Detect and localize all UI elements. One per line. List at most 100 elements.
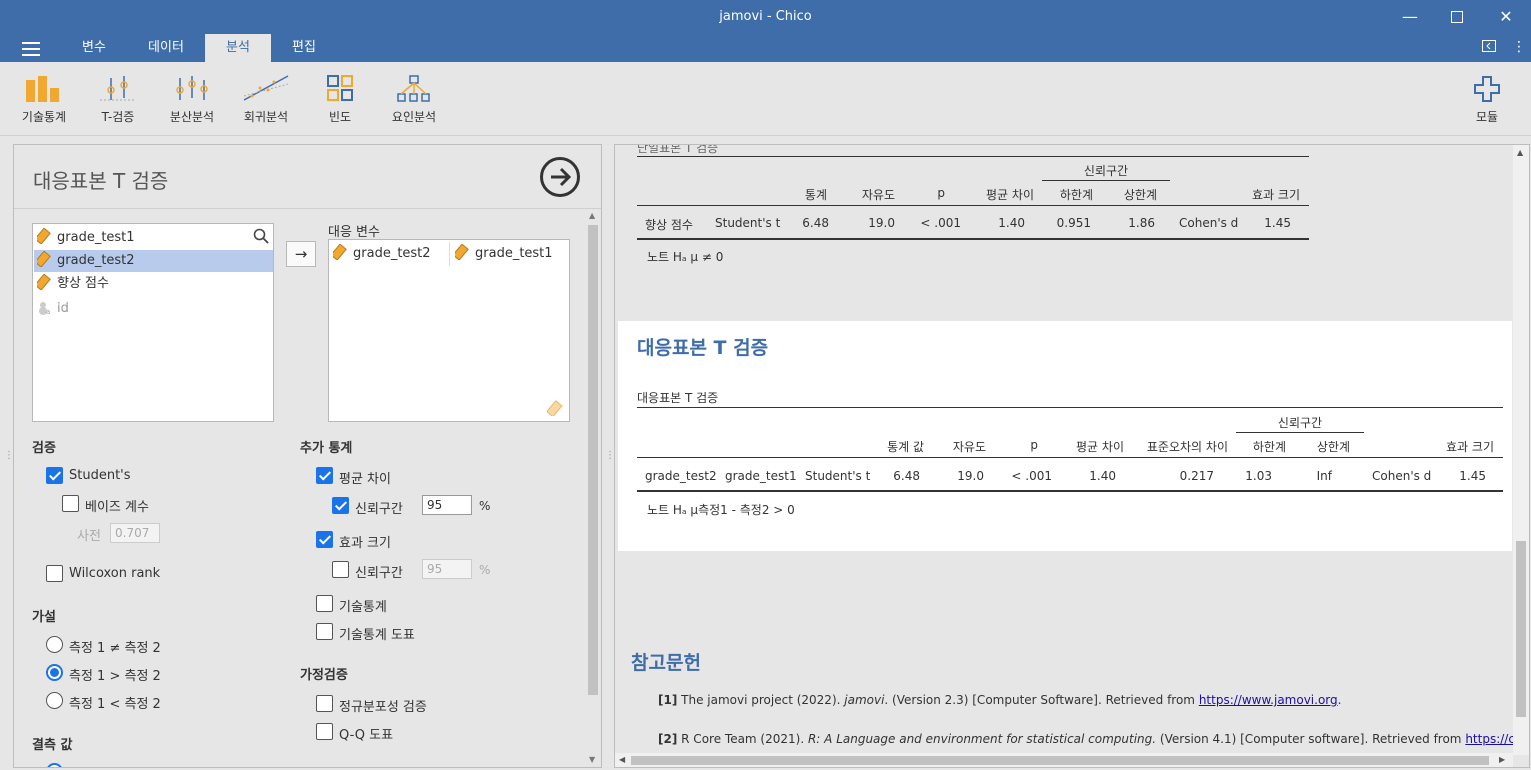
move-variable-button[interactable]: →	[286, 241, 316, 267]
center-splitter-icon[interactable]: ⋮	[605, 450, 615, 461]
table2-header: 표준오차의 차이	[1146, 440, 1228, 454]
factor-icon	[397, 75, 430, 102]
anova-button[interactable]: 분산분석	[157, 74, 227, 125]
t-tests-button[interactable]: T-검증	[83, 74, 153, 125]
scroll-left-icon[interactable]: ◀	[619, 755, 625, 764]
tab-variables[interactable]: 변수	[68, 34, 120, 62]
normality-label: 정규분포성 검증	[339, 700, 427, 715]
options-scrollbar-thumb[interactable]	[588, 225, 598, 695]
scroll-down-icon[interactable]: ▼	[589, 755, 595, 764]
reference-1-link[interactable]: https://www.jamovi.org	[1199, 693, 1338, 707]
table2-header: 자유도	[952, 440, 986, 454]
left-splitter-icon[interactable]: ⋮	[4, 450, 14, 461]
wilcoxon-checkbox[interactable]	[46, 565, 63, 582]
modules-label: 모듈	[1475, 110, 1499, 124]
descriptives-plot-checkbox[interactable]	[316, 623, 333, 640]
table1-header: 하한계	[1059, 188, 1093, 202]
descriptives-checkbox[interactable]	[316, 595, 333, 612]
menu-more-icon[interactable]: ⋮	[1512, 39, 1526, 55]
table1-cell: 1.40	[998, 216, 1025, 230]
table1-header: 자유도	[861, 188, 895, 202]
qq-plot-checkbox[interactable]	[316, 723, 333, 740]
descriptives-button[interactable]: 기술통계	[9, 74, 79, 125]
tab-analyses[interactable]: 분석	[205, 34, 271, 62]
scroll-up-icon[interactable]: ▲	[1517, 148, 1523, 157]
results-horizontal-scrollbar-thumb[interactable]	[631, 756, 1489, 765]
list-item[interactable]: 향상 점수	[37, 273, 109, 295]
variable-name: grade_test2	[57, 253, 135, 268]
reference-2-text: R Core Team (2021).	[681, 732, 808, 746]
prior-input[interactable]: 0.707	[110, 523, 160, 543]
table2-header: 상한계	[1316, 440, 1350, 454]
frequencies-button[interactable]: 빈도	[305, 74, 375, 125]
list-item[interactable]: grade_test2	[34, 250, 273, 272]
student-label: Student's	[69, 468, 131, 483]
list-item[interactable]: grade_test1	[455, 243, 553, 265]
hamburger-menu-icon[interactable]	[22, 42, 40, 56]
mean-ci-input[interactable]: 95	[422, 495, 472, 515]
scroll-right-icon[interactable]: ▶	[1499, 755, 1505, 764]
mean-ci-percent: %	[479, 499, 491, 513]
reference-1-text: The jamovi project (2022).	[681, 693, 845, 707]
reference-1: [1] The jamovi project (2022). jamovi. (…	[658, 693, 1341, 707]
t-test-icon	[100, 76, 136, 101]
options-header: 대응표본 T 검증	[14, 145, 601, 209]
hypothesis-label-not-equal: 측정 1 ≠ 측정 2	[69, 641, 161, 656]
anova-label: 분산분석	[169, 110, 215, 124]
search-icon[interactable]	[253, 228, 269, 248]
effect-size-label: 효과 크기	[339, 536, 391, 551]
results-vertical-scrollbar-thumb[interactable]	[1516, 541, 1526, 717]
modules-button[interactable]: 모듈	[1452, 74, 1522, 125]
maximize-icon[interactable]	[1445, 6, 1469, 28]
regression-button[interactable]: 회귀분석	[231, 74, 301, 125]
factor-label: 요인분석	[391, 110, 437, 124]
table2-header: 평균 차이	[1076, 440, 1124, 454]
table1-cell: 19.0	[868, 216, 895, 230]
options-scrollbar[interactable]: ▲ ▼	[586, 209, 600, 767]
table1-cell: 향상 점수	[645, 218, 693, 232]
options-panel: 대응표본 T 검증 grade_test1 grade_test2 향상 점수 …	[13, 144, 602, 768]
effect-ci-percent: %	[479, 563, 491, 577]
table1-cell: 6.48	[802, 216, 829, 230]
scroll-up-icon[interactable]: ▲	[589, 211, 595, 220]
variable-list[interactable]: grade_test1 grade_test2 향상 점수 a id	[32, 223, 274, 422]
active-analysis-card[interactable]: 대응표본 T 검증 대응표본 T 검증 신뢰구간 통계 값 자유도 p 평균 차…	[618, 321, 1512, 551]
results-horizontal-scrollbar[interactable]: ◀ ▶	[615, 753, 1513, 767]
effect-ci-input[interactable]: 95	[422, 559, 472, 579]
table2-cell: Cohen's d	[1372, 469, 1432, 483]
list-item[interactable]: a id	[37, 298, 69, 320]
factor-button[interactable]: 요인분석	[379, 74, 449, 125]
hide-options-button[interactable]	[540, 157, 580, 197]
student-checkbox[interactable]	[46, 467, 63, 484]
effect-size-checkbox[interactable]	[316, 531, 333, 548]
continuous-ruler-icon	[546, 400, 565, 420]
normality-checkbox[interactable]	[316, 695, 333, 712]
table1-header: 상한계	[1123, 188, 1157, 202]
list-item[interactable]: grade_test1	[37, 227, 135, 249]
list-item[interactable]: grade_test2	[333, 243, 431, 265]
t-tests-label: T-검증	[101, 110, 135, 124]
close-icon[interactable]: ✕	[1494, 6, 1518, 28]
tab-edit[interactable]: 편집	[280, 34, 328, 62]
hypothesis-radio-not-equal[interactable]	[46, 636, 63, 653]
table2-cell: 0.217	[1179, 469, 1214, 483]
missing-values-radio[interactable]	[46, 763, 63, 767]
mean-difference-checkbox[interactable]	[316, 467, 333, 484]
hypothesis-radio-less[interactable]	[46, 692, 63, 709]
table2-header: 효과 크기	[1446, 440, 1494, 454]
tab-data[interactable]: 데이터	[136, 34, 196, 62]
effect-ci-checkbox[interactable]	[332, 561, 349, 578]
paired-variables-list[interactable]: grade_test2 grade_test1	[328, 239, 570, 422]
bayes-checkbox[interactable]	[62, 495, 79, 512]
minimize-icon[interactable]: —	[1398, 6, 1422, 28]
table1-header-rule	[637, 205, 1309, 206]
hypothesis-radio-greater[interactable]	[46, 664, 63, 681]
variable-name: id	[57, 301, 69, 316]
menu-bar: 변수 데이터 분석 편집 ⋮	[0, 34, 1531, 62]
mean-ci-checkbox[interactable]	[332, 497, 349, 514]
table2-cell: 1.40	[1089, 469, 1116, 483]
results-vertical-scrollbar[interactable]: ▲	[1513, 145, 1529, 755]
table1-cell: 1.45	[1264, 216, 1291, 230]
ribbon: 기술통계 T-검증 분산분석 회귀분석 빈도 요인분석 모듈	[0, 62, 1531, 136]
results-mode-icon[interactable]	[1482, 40, 1496, 55]
